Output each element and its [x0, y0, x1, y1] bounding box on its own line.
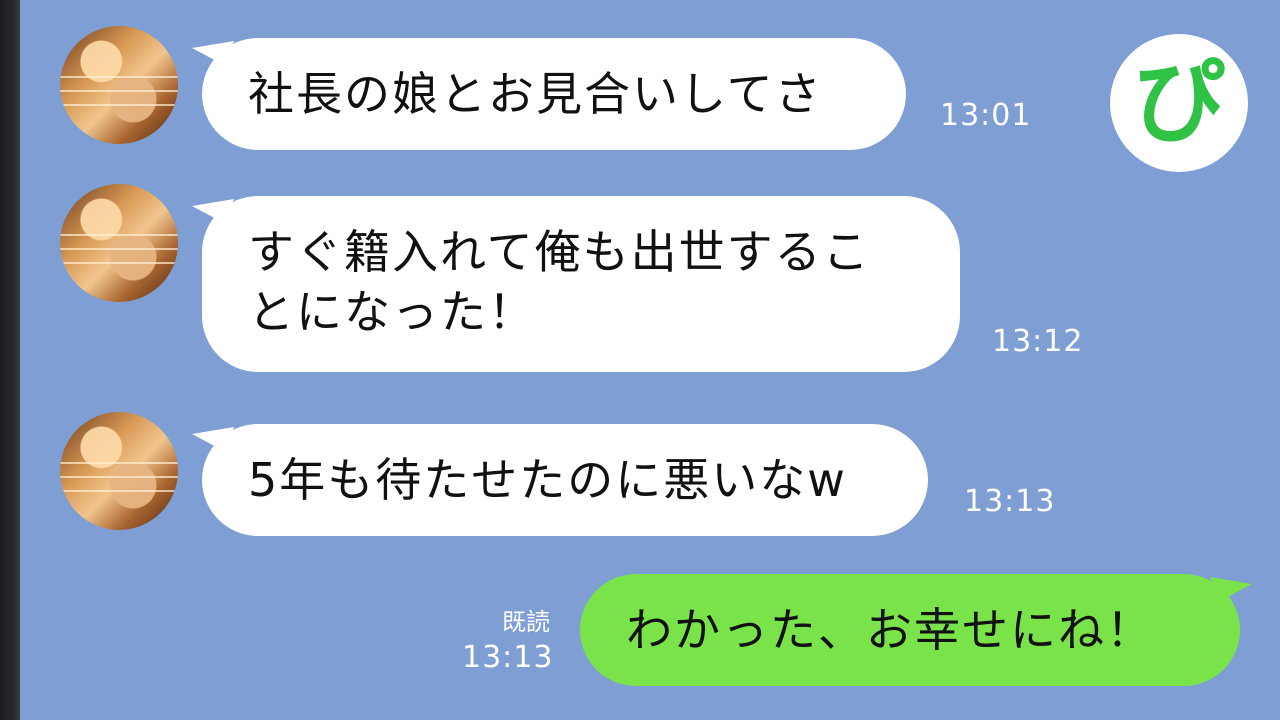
- message-text: 社長の娘とお見合いしてさ: [248, 67, 823, 121]
- logo-glyph: ぴ: [1132, 49, 1225, 156]
- read-receipt: 既読: [502, 608, 550, 636]
- message-bubble-incoming[interactable]: すぐ籍入れて俺も出世するこ とになった！: [202, 196, 960, 372]
- message-text: 5年も待たせたのに悪いなw: [248, 453, 847, 507]
- message-timestamp: 13:13: [964, 484, 1056, 519]
- message-bubble-incoming[interactable]: 社長の娘とお見合いしてさ: [202, 38, 906, 150]
- message-bubble-outgoing[interactable]: わかった、お幸せにね！: [580, 574, 1240, 686]
- chat-screen: ぴ 社長の娘とお見合いしてさ 13:01 すぐ籍入れて俺も出世するこ とになった…: [0, 0, 1280, 720]
- sender-avatar[interactable]: [60, 184, 178, 302]
- device-bezel: [0, 0, 20, 720]
- message-timestamp: 13:12: [992, 324, 1084, 359]
- message-text-line: とになった！: [248, 285, 536, 339]
- channel-logo: ぴ: [1110, 34, 1248, 172]
- sender-avatar[interactable]: [60, 26, 178, 144]
- message-text-line: すぐ籍入れて俺も出世するこ: [248, 225, 871, 279]
- message-bubble-incoming[interactable]: 5年も待たせたのに悪いなw: [202, 424, 928, 536]
- sender-avatar[interactable]: [60, 412, 178, 530]
- message-timestamp: 13:13: [462, 640, 554, 675]
- message-timestamp: 13:01: [940, 98, 1032, 133]
- message-text: わかった、お幸せにね！: [626, 603, 1154, 657]
